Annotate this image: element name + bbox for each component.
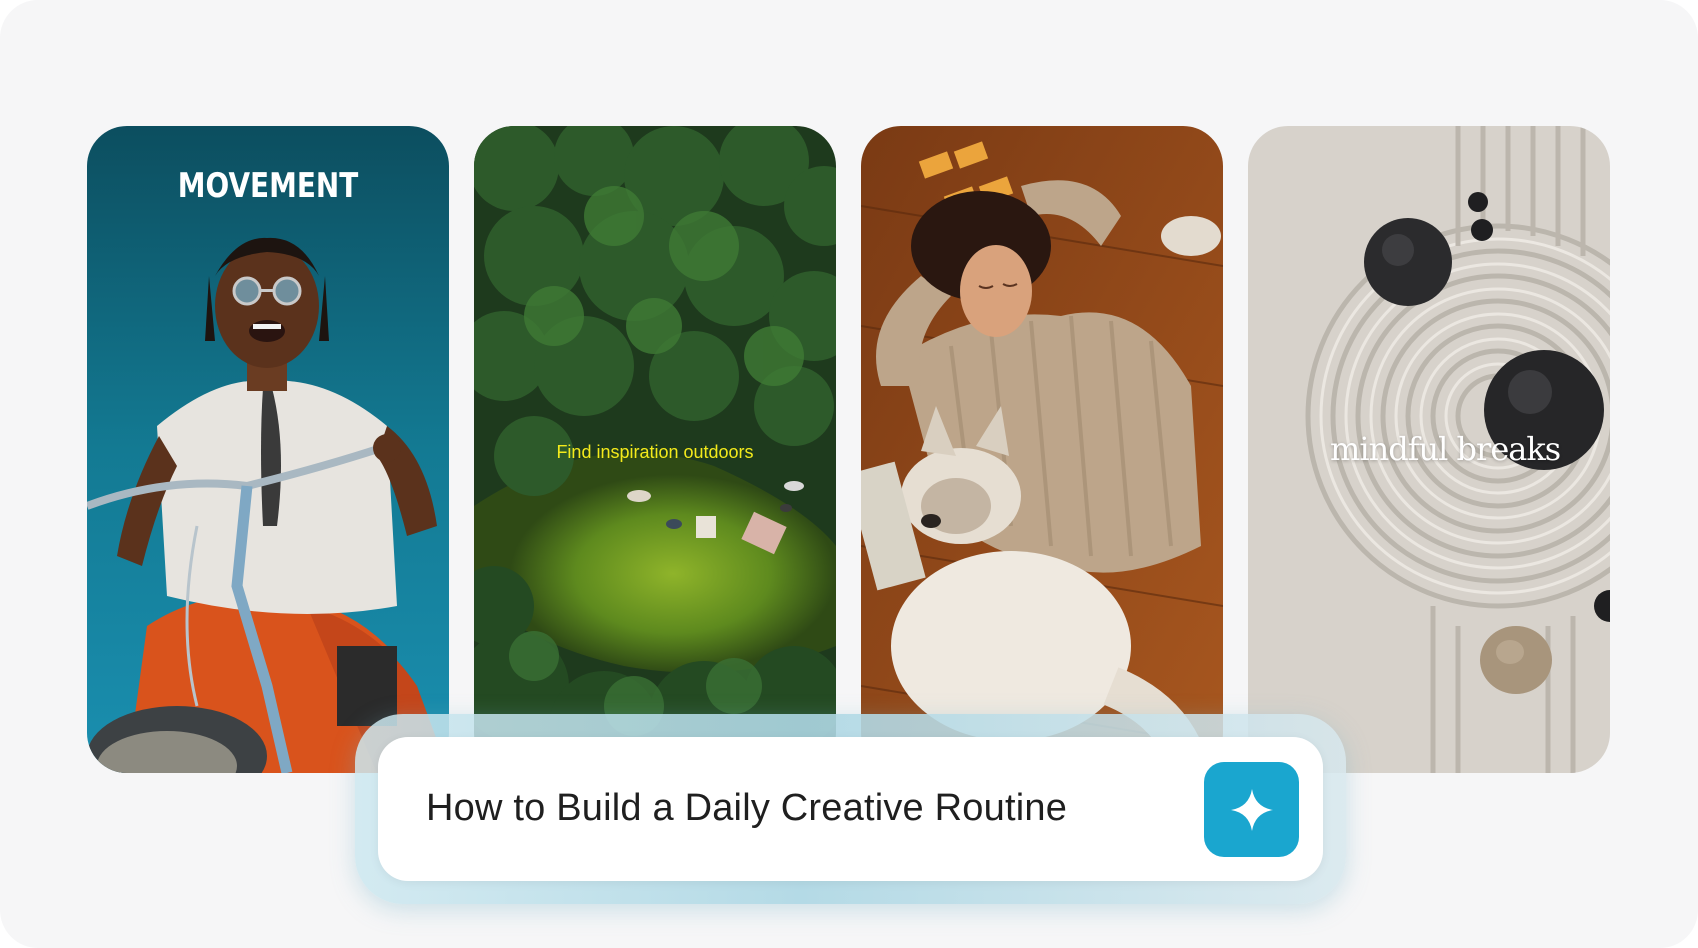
generate-button[interactable] <box>1204 762 1299 857</box>
card-mindful[interactable]: mindful breaks <box>1248 126 1610 773</box>
card-outdoors[interactable]: Find inspiration outdoors <box>474 126 836 773</box>
prompt-bar[interactable]: How to Build a Daily Creative Routine <box>378 737 1323 881</box>
card-rest[interactable] <box>861 126 1223 773</box>
card-movement[interactable]: MOVEMENT <box>87 126 449 773</box>
prompt-text[interactable]: How to Build a Daily Creative Routine <box>426 787 1067 830</box>
sparkle-icon <box>1230 788 1273 831</box>
movement-photo <box>87 126 449 773</box>
card-title-movement: MOVEMENT <box>177 166 359 206</box>
canvas: MOVEMENT Find inspiration outdoors mindf… <box>0 0 1698 948</box>
rest-photo <box>861 126 1223 773</box>
card-title-outdoors: Find inspiration outdoors <box>556 442 754 462</box>
card-title-mindful: mindful breaks <box>1330 430 1561 468</box>
